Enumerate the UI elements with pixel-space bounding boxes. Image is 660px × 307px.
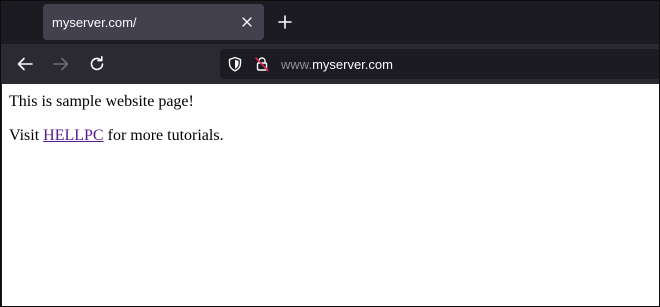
plus-icon [278, 15, 292, 29]
url-prefix: www. [281, 57, 313, 72]
forward-button[interactable] [51, 54, 71, 74]
address-bar[interactable]: www.myserver.com [220, 49, 659, 79]
url-text[interactable]: www.myserver.com [281, 57, 393, 72]
arrow-left-icon [17, 57, 33, 71]
browser-window: myserver.com/ www.myserver.com This is s… [0, 0, 660, 307]
reload-button[interactable] [87, 54, 107, 74]
tutorial-suffix: for more tutorials. [103, 127, 224, 144]
navigation-toolbar: www.myserver.com [1, 44, 659, 84]
sample-text: This is sample website page! [9, 93, 194, 110]
url-domain: myserver.com [312, 57, 393, 72]
page-content: This is sample website page! Visit HELLP… [2, 84, 659, 306]
tutorial-line: Visit HELLPC for more tutorials. [9, 127, 653, 145]
arrow-right-icon [53, 57, 69, 71]
tab-title: myserver.com/ [52, 15, 137, 30]
close-icon[interactable] [240, 15, 254, 29]
shield-icon[interactable] [227, 56, 243, 72]
tab-strip: myserver.com/ [1, 1, 659, 44]
back-button[interactable] [15, 54, 35, 74]
tutorial-prefix: Visit [9, 127, 44, 144]
new-tab-button[interactable] [274, 11, 296, 33]
hellpc-link[interactable]: HELLPC [43, 127, 103, 144]
reload-icon [90, 56, 104, 71]
insecure-lock-icon[interactable] [254, 56, 270, 72]
tab-myserver[interactable]: myserver.com/ [43, 4, 264, 40]
